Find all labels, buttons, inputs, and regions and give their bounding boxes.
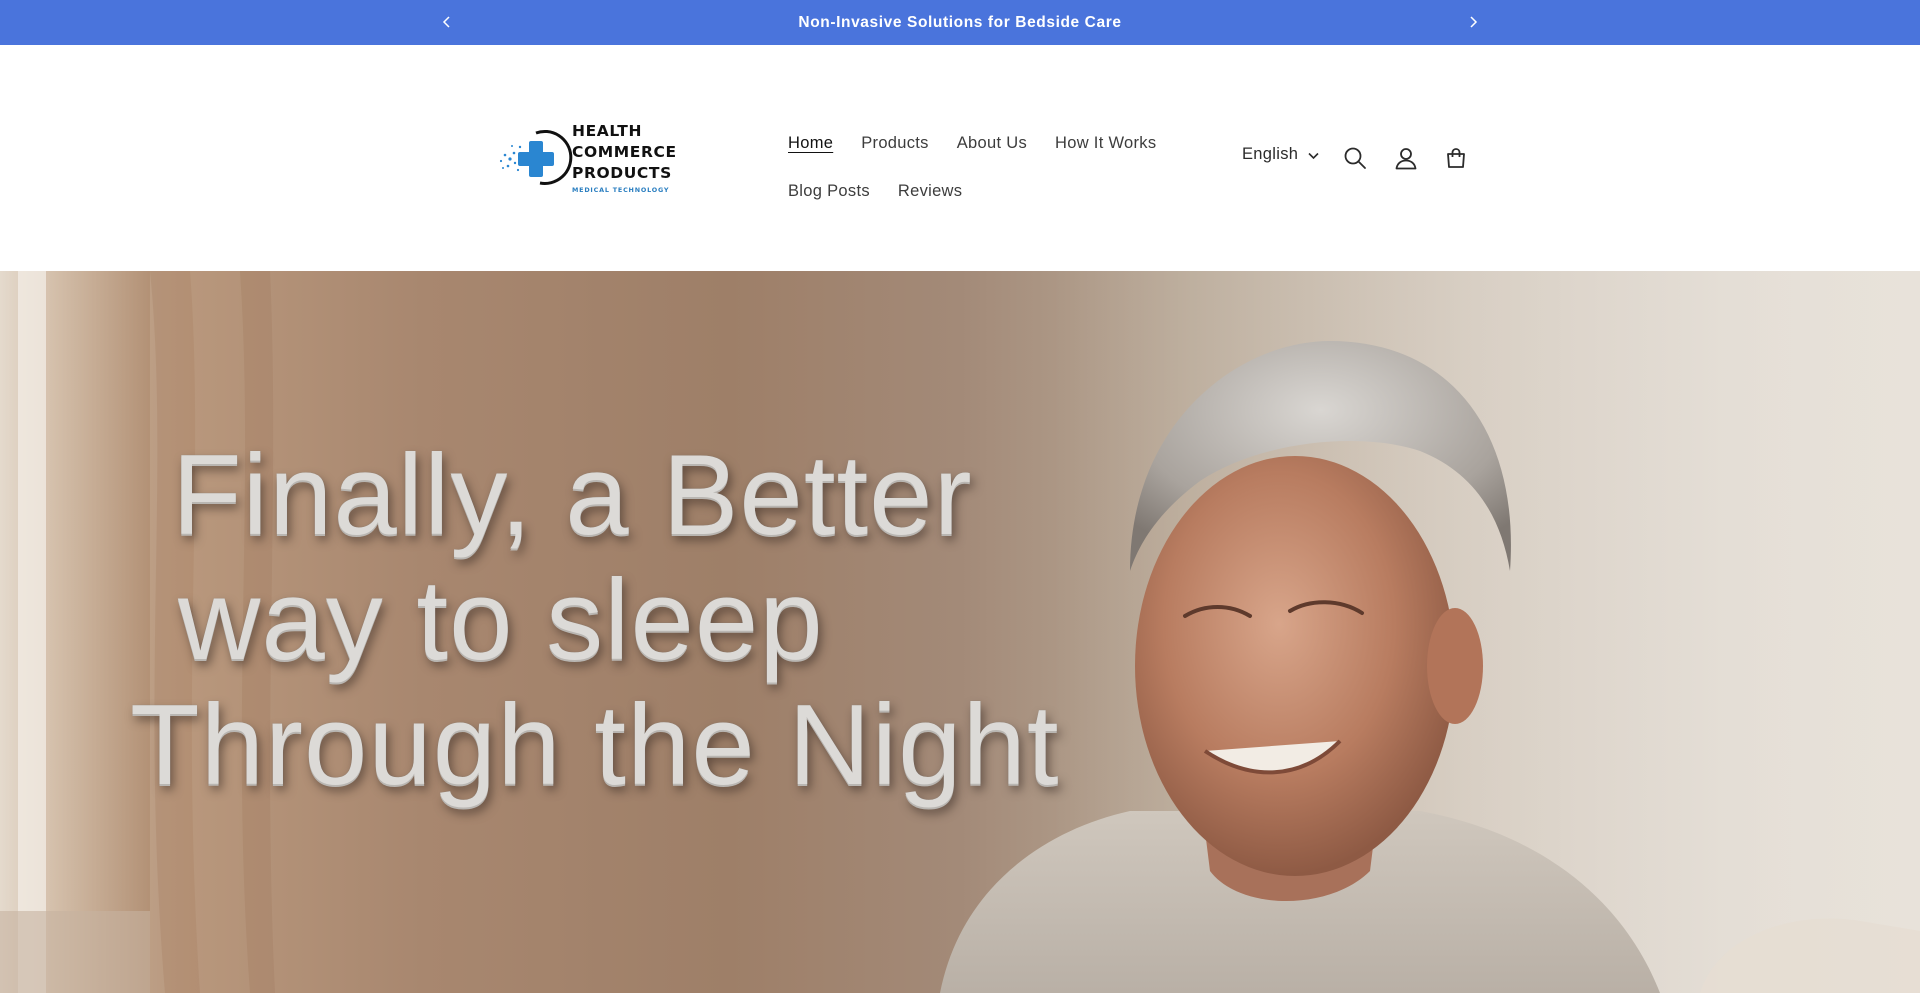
hero-banner: Finally, a Better way to sleep Through t… bbox=[0, 271, 1920, 993]
announcement-next-button[interactable] bbox=[1460, 9, 1486, 35]
site-logo[interactable]: HEALTH COMMERCE PRODUCTS MEDICAL TECHNOL… bbox=[496, 117, 680, 197]
chevron-right-icon bbox=[1470, 16, 1478, 28]
account-icon bbox=[1395, 148, 1417, 170]
site-header: HEALTH COMMERCE PRODUCTS MEDICAL TECHNOL… bbox=[0, 45, 1920, 271]
chevron-left-icon bbox=[442, 16, 450, 28]
chevron-down-icon bbox=[1308, 152, 1319, 159]
account-button[interactable] bbox=[1389, 141, 1423, 175]
hero-headline: Finally, a Better way to sleep Through t… bbox=[130, 432, 1060, 809]
hero-headline-line-2: way to sleep bbox=[178, 557, 824, 684]
logo-tagline: MEDICAL TECHNOLOGY bbox=[572, 185, 670, 194]
hero-headline-line-1: Finally, a Better bbox=[172, 432, 973, 559]
cart-icon bbox=[1447, 148, 1465, 168]
medical-cross-logo-icon bbox=[496, 117, 576, 197]
nav-products[interactable]: Products bbox=[861, 134, 929, 153]
search-button[interactable] bbox=[1338, 141, 1372, 175]
logo-line-1: HEALTH bbox=[572, 121, 643, 140]
announcement-text: Non-Invasive Solutions for Bedside Care bbox=[798, 13, 1122, 31]
announcement-prev-button[interactable] bbox=[434, 9, 460, 35]
hero-headline-line-3: Through the Night bbox=[130, 682, 1060, 809]
nav-about-us[interactable]: About Us bbox=[957, 134, 1027, 153]
logo-line-2: COMMERCE bbox=[572, 142, 677, 161]
logo-wordmark: HEALTH COMMERCE PRODUCTS MEDICAL TECHNOL… bbox=[572, 121, 677, 194]
nav-row-2: Blog Posts Reviews bbox=[788, 167, 1208, 215]
search-icon bbox=[1344, 147, 1366, 169]
main-navigation: Home Products About Us How It Works Blog… bbox=[788, 119, 1208, 215]
language-selector[interactable]: English bbox=[1242, 145, 1319, 164]
nav-row-1: Home Products About Us How It Works bbox=[788, 119, 1208, 167]
nav-reviews[interactable]: Reviews bbox=[898, 182, 962, 201]
nav-home[interactable]: Home bbox=[788, 134, 833, 153]
cart-button[interactable] bbox=[1439, 141, 1473, 175]
language-label: English bbox=[1242, 145, 1299, 163]
logo-line-3: PRODUCTS bbox=[572, 163, 672, 182]
announcement-bar: Non-Invasive Solutions for Bedside Care bbox=[0, 0, 1920, 45]
nav-how-it-works[interactable]: How It Works bbox=[1055, 134, 1156, 153]
nav-blog-posts[interactable]: Blog Posts bbox=[788, 182, 870, 201]
